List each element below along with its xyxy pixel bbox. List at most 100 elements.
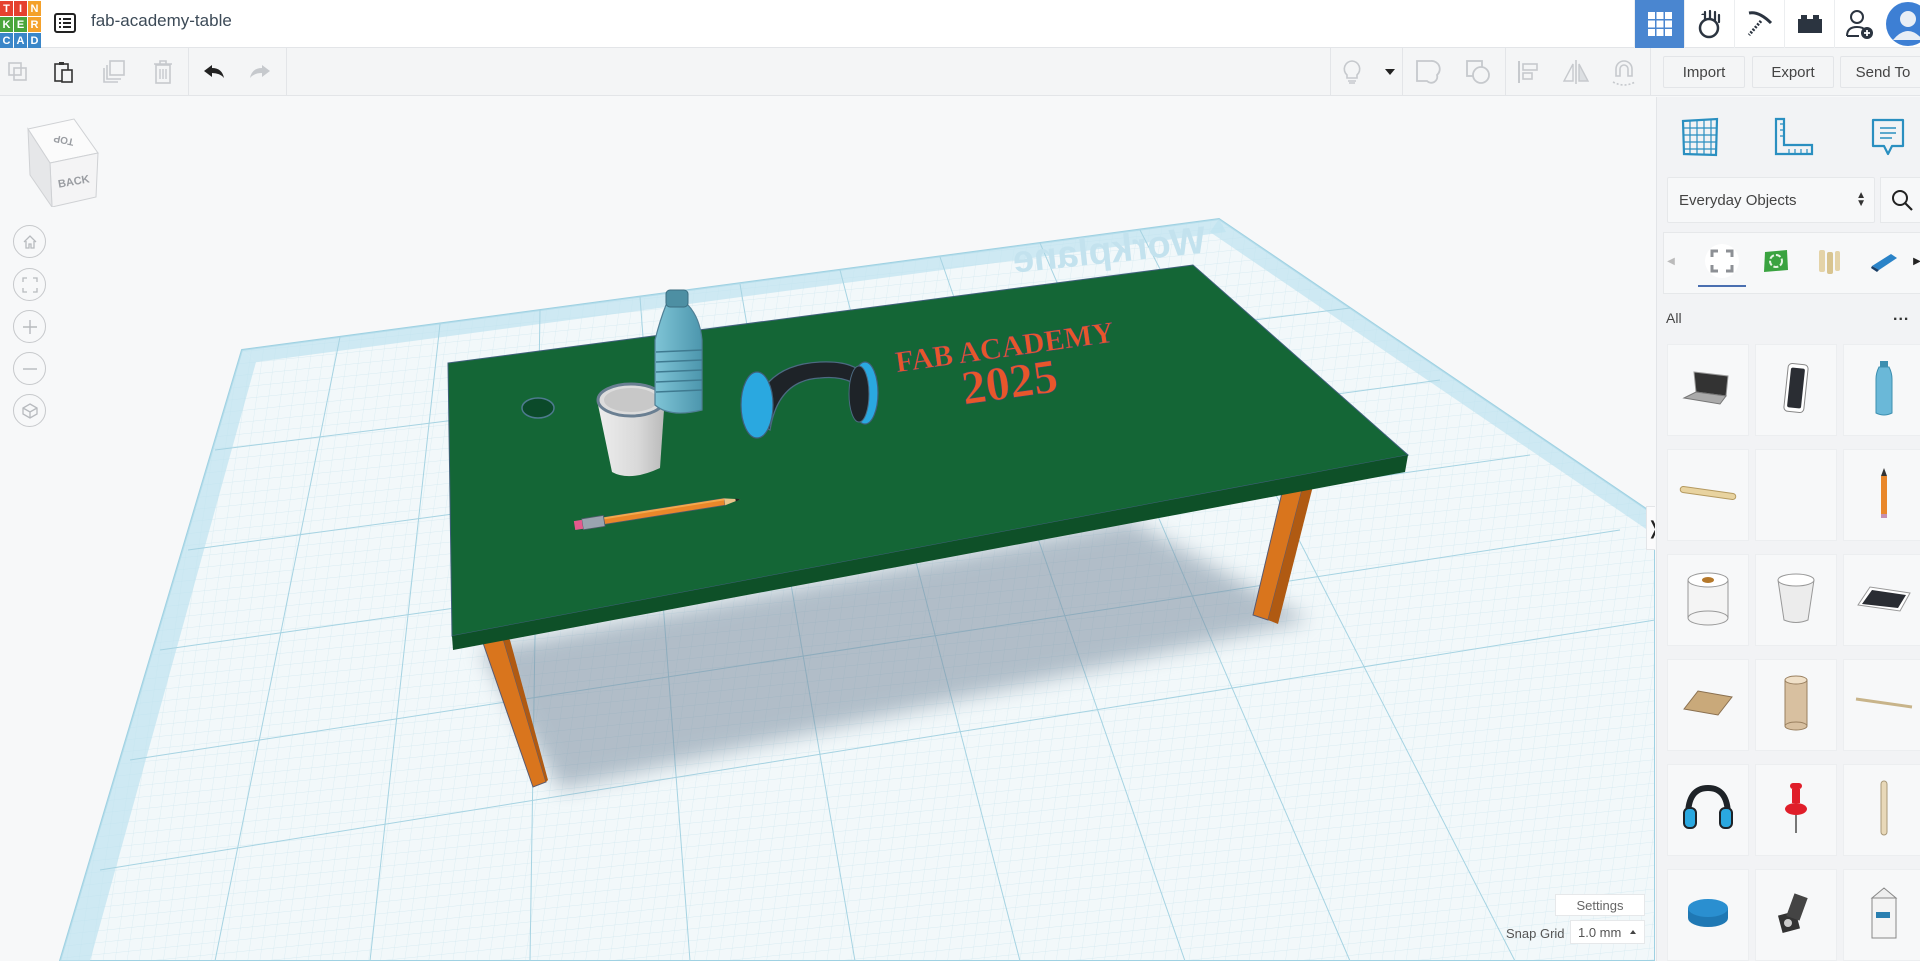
nav-minecraft[interactable] [1734,0,1784,48]
stapler-icon [1871,254,1897,272]
send-to-button[interactable]: Send To [1840,56,1920,88]
shape-tile-tablet[interactable] [1843,554,1920,646]
shape-tile-stick[interactable] [1843,764,1920,856]
zoom-in-button[interactable] [13,310,46,343]
view-cube[interactable]: TOP BACK [22,117,102,209]
category-recycle[interactable] [1754,241,1798,281]
updown-arrows-icon: ▲ ▼ [1856,190,1866,209]
logo-letter: D [28,33,41,48]
align-button[interactable] [1512,56,1544,88]
home-view-button[interactable] [13,225,46,258]
workplane-icon [1681,117,1719,157]
logo-letter: K [0,17,13,32]
minus-icon [22,367,37,370]
workplane-tool-button[interactable] [1676,113,1724,161]
import-button[interactable]: Import [1663,56,1745,88]
category-scroll-left[interactable]: ◀ [1664,241,1678,281]
shape-tile-milk-carton[interactable] [1843,869,1920,961]
logo-letter: C [0,33,13,48]
user-avatar[interactable] [1884,0,1920,48]
shape-tile-tube[interactable] [1755,659,1837,751]
popsicle-stick-icon [1678,483,1738,508]
redo-button[interactable] [244,56,276,88]
paste-button[interactable] [48,56,80,88]
nav-bricks[interactable] [1784,0,1834,48]
shape-tile-laptop[interactable] [1667,344,1749,436]
headphones-icon [1680,782,1736,839]
shape-tile-cup[interactable] [1755,554,1837,646]
delete-button[interactable] [147,56,179,88]
snap-grid-select[interactable]: 1.0 mm [1570,920,1645,944]
category-scroll-right[interactable]: ▶ [1910,241,1920,281]
home-icon [23,234,36,249]
export-button[interactable]: Export [1752,56,1834,88]
logo-letter: N [28,1,41,16]
shape-tile-headphones[interactable] [1667,764,1749,856]
fit-all-button[interactable] [13,268,46,301]
collapse-panel-button[interactable]: ❭ [1646,506,1655,550]
nav-invite[interactable] [1834,0,1884,48]
snap-grid-label: Snap Grid [1506,926,1565,941]
avatar-icon [1886,2,1920,46]
light-button[interactable] [1336,56,1368,88]
tinkercad-logo[interactable]: TINKERCAD [0,0,41,48]
copy-button[interactable] [2,56,34,88]
group-button[interactable] [1412,56,1444,88]
design-list-button[interactable] [52,10,78,36]
chevron-right-icon: ❭ [1646,518,1655,539]
notes-icon [1871,118,1905,156]
trash-icon [154,60,172,84]
shape-tile-popsicle-stick[interactable] [1667,449,1749,541]
caret-up-icon [1630,930,1636,934]
settings-button[interactable]: Settings [1555,894,1645,916]
hand-apple-icon [1698,9,1720,39]
hole-object[interactable] [521,397,555,419]
magnet-icon [1612,60,1636,86]
ungroup-button[interactable] [1462,56,1494,88]
nav-3d-design[interactable] [1634,0,1684,48]
toilet-paper-icon [1683,570,1733,631]
stick-icon [1879,779,1889,842]
notes-tool-button[interactable] [1864,113,1912,161]
camcorder-icon [1776,889,1816,942]
search-shapes-button[interactable] [1880,177,1920,223]
shape-tile-push-pin[interactable] [1755,764,1837,856]
water-bottle-icon [1873,359,1895,422]
shape-tile-skewer[interactable] [1843,659,1920,751]
undo-button[interactable] [198,56,230,88]
logo-letter: E [14,17,27,32]
shape-tile-phone[interactable] [1755,344,1837,436]
duplicate-button[interactable] [98,56,130,88]
category-stapler[interactable] [1862,241,1906,281]
scene-canvas[interactable]: Workplane FAB ACADEMY 2025 [0,97,1655,961]
category-all-shapes[interactable] [1700,241,1744,281]
brick-icon [1797,15,1822,33]
cruise-button[interactable] [1608,56,1640,88]
group-icon [1416,60,1441,84]
top-bar: TINKERCAD fab-academy-table [0,0,1920,48]
shape-tile-water-bottle[interactable] [1843,344,1920,436]
shape-tile-toilet-paper[interactable] [1667,554,1749,646]
3d-viewport[interactable]: Workplane FAB ACADEMY 2025 TOP BACK Sett… [0,97,1655,961]
shape-library-select[interactable]: Everyday Objects ▲ ▼ [1667,177,1875,223]
mirror-icon [1562,60,1590,84]
cork-board-icon [1682,687,1734,724]
shape-tile-cork-board[interactable] [1667,659,1749,751]
tablet-icon [1856,581,1912,620]
logo-letter: T [0,1,13,16]
orthographic-button[interactable] [13,394,46,427]
shape-tile-puck[interactable] [1667,869,1749,961]
nav-circuits[interactable] [1684,0,1734,48]
zoom-out-button[interactable] [13,352,46,385]
lightbulb-icon [1343,60,1361,84]
ruler-tool-button[interactable] [1770,113,1818,161]
all-shapes-icon [1705,244,1739,278]
shape-tile-pencil[interactable] [1843,449,1920,541]
mirror-button[interactable] [1560,56,1592,88]
copy-icon [8,62,27,81]
shape-tile-camcorder[interactable] [1755,869,1837,961]
shape-tile-blank[interactable] [1755,449,1837,541]
more-options-button[interactable]: ... [1893,307,1909,325]
category-dowels[interactable] [1808,241,1852,281]
design-title[interactable]: fab-academy-table [91,11,232,31]
